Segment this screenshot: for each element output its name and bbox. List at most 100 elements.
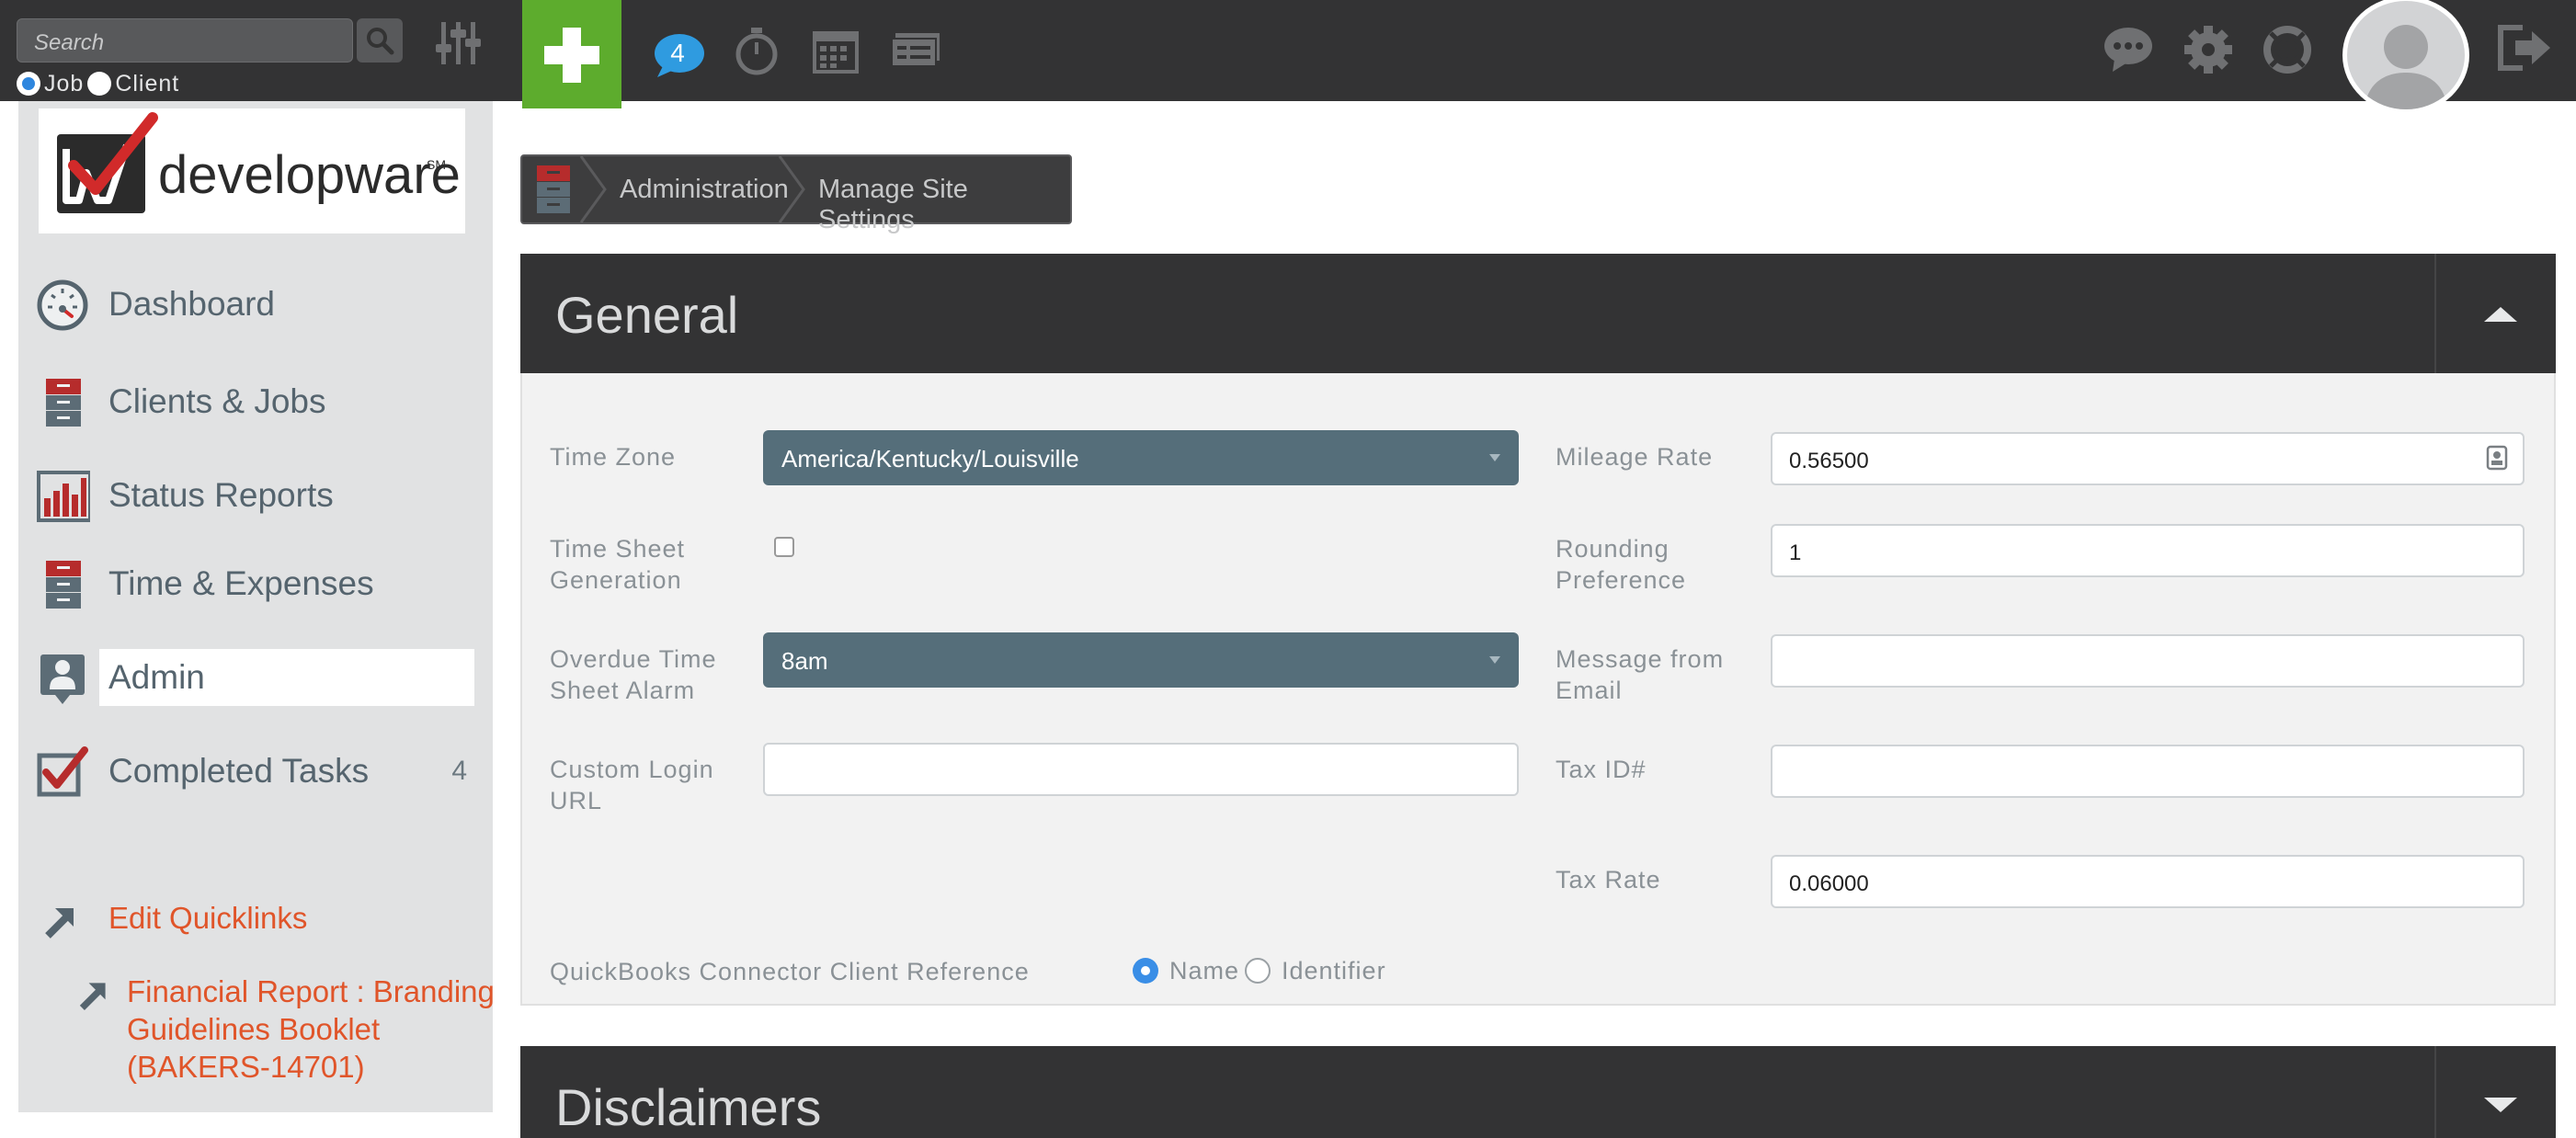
qb-reference-identifier-radio[interactable] bbox=[1245, 958, 1271, 984]
logo-servicemark: SM bbox=[427, 157, 446, 172]
breadcrumb-manage-site-settings: Manage Site Settings bbox=[818, 175, 968, 234]
tax-rate-input[interactable]: 0.06000 bbox=[1771, 855, 2525, 908]
general-panel-header[interactable]: General bbox=[520, 254, 2556, 373]
time-zone-label: Time Zone bbox=[550, 443, 677, 471]
tax-id-label: Tax ID# bbox=[1556, 756, 1647, 783]
label-line: Custom Login bbox=[550, 756, 714, 783]
quicklink-line: Financial Report : Branding bbox=[127, 974, 495, 1008]
search-scope-job-label: Job bbox=[44, 70, 85, 97]
search-scope-job-radio[interactable] bbox=[17, 72, 40, 96]
stopwatch-icon[interactable] bbox=[734, 28, 780, 75]
overdue-alarm-value: 8am bbox=[781, 647, 828, 675]
search-icon bbox=[367, 28, 394, 55]
sidebar-item-label: Dashboard bbox=[108, 285, 276, 323]
message-from-email-input[interactable] bbox=[1771, 634, 2525, 688]
developware-logo-icon: developware SM bbox=[57, 112, 461, 213]
mileage-rate-value: 0.56500 bbox=[1789, 449, 1869, 473]
sidebar-item-label: Time & Expenses bbox=[108, 564, 374, 602]
sidebar-item-time-expenses[interactable]: Time & Expenses bbox=[18, 555, 493, 612]
time-sheet-generation-checkbox[interactable] bbox=[774, 537, 794, 557]
header-divider bbox=[2434, 254, 2436, 373]
sidebar-item-completed-tasks[interactable]: Completed Tasks 4 bbox=[18, 743, 493, 800]
label-line: URL bbox=[550, 787, 603, 814]
gear-icon[interactable] bbox=[2184, 26, 2232, 74]
label-line: Rounding bbox=[1556, 535, 1670, 563]
notifications-button[interactable]: 4 bbox=[654, 33, 705, 77]
chevron-down-icon[interactable] bbox=[2482, 1096, 2519, 1116]
contact-card-icon[interactable] bbox=[2486, 445, 2508, 471]
search-button[interactable] bbox=[357, 18, 403, 63]
header-divider bbox=[2434, 1046, 2436, 1138]
custom-login-url-label: Custom Login URL bbox=[550, 754, 714, 816]
logo-wordmark: developware bbox=[158, 145, 461, 205]
label-line: Generation bbox=[550, 566, 682, 594]
general-panel-title: General bbox=[555, 286, 739, 344]
rounding-preference-label: Rounding Preference bbox=[1556, 533, 1686, 596]
label-line: Email bbox=[1556, 677, 1623, 704]
sidebar-item-admin[interactable]: Admin bbox=[18, 649, 493, 706]
add-new-button[interactable] bbox=[522, 0, 621, 108]
overdue-alarm-label: Overdue Time Sheet Alarm bbox=[550, 643, 717, 706]
quicklink-arrow-icon bbox=[45, 908, 74, 939]
breadcrumb: Administration Manage Site Settings bbox=[520, 154, 1072, 234]
overdue-alarm-select[interactable]: 8am bbox=[763, 632, 1519, 688]
disclaimers-panel-title: Disclaimers bbox=[555, 1078, 822, 1136]
user-avatar[interactable] bbox=[2342, 0, 2469, 114]
time-sheet-generation-label: Time Sheet Generation bbox=[550, 533, 685, 596]
qb-reference-name-label: Name bbox=[1169, 957, 1240, 984]
file-cabinet-icon[interactable] bbox=[522, 156, 581, 222]
sidebar-item-clients-jobs[interactable]: Clients & Jobs bbox=[18, 373, 493, 430]
calendar-icon[interactable] bbox=[813, 28, 859, 74]
chevron-up-icon[interactable] bbox=[2482, 303, 2519, 324]
admin-user-icon bbox=[40, 654, 85, 704]
breadcrumb-administration[interactable]: Administration bbox=[620, 175, 789, 205]
quicklink-financial-report[interactable]: Financial Report : Branding Guidelines B… bbox=[127, 973, 495, 1086]
top-bar: Search Job Client 4 bbox=[0, 0, 2576, 114]
time-zone-select[interactable]: America/Kentucky/Louisville bbox=[763, 430, 1519, 485]
sidebar-item-dashboard[interactable]: Dashboard bbox=[18, 276, 493, 333]
search-scope-client-label: Client bbox=[115, 70, 180, 97]
bar-chart-icon bbox=[37, 471, 90, 522]
file-cabinet-icon bbox=[46, 379, 81, 427]
search-input[interactable]: Search bbox=[17, 18, 353, 63]
sidebar-item-status-reports[interactable]: Status Reports bbox=[18, 467, 493, 524]
label-line: Time Sheet bbox=[550, 535, 686, 563]
qb-reference-identifier-label: Identifier bbox=[1282, 957, 1386, 984]
help-lifebuoy-icon[interactable] bbox=[2263, 26, 2311, 74]
messages-icon[interactable] bbox=[2103, 26, 2153, 74]
label-line: Preference bbox=[1556, 566, 1687, 594]
logout-icon[interactable] bbox=[2497, 24, 2554, 72]
mileage-rate-label: Mileage Rate bbox=[1556, 443, 1714, 471]
quicklink-arrow-icon bbox=[79, 983, 106, 1010]
file-cabinet-icon bbox=[46, 561, 81, 609]
quicklink-line: (BAKERS-14701) bbox=[127, 1050, 365, 1084]
quicklink-line: Guidelines Booklet bbox=[127, 1012, 381, 1046]
message-from-email-label: Message from Email bbox=[1556, 643, 1724, 706]
time-zone-value: America/Kentucky/Louisville bbox=[781, 445, 1079, 472]
edit-quicklinks-link[interactable]: Edit Quicklinks bbox=[108, 899, 307, 937]
user-avatar-icon bbox=[2364, 25, 2448, 109]
mileage-rate-input[interactable]: 0.56500 bbox=[1771, 432, 2525, 485]
disclaimers-panel-header[interactable]: Disclaimers bbox=[520, 1046, 2556, 1138]
search-scope-client-radio[interactable] bbox=[87, 72, 112, 96]
tickets-icon[interactable] bbox=[890, 31, 941, 68]
qb-reference-label: QuickBooks Connector Client Reference bbox=[550, 958, 1030, 985]
completed-tasks-count: 4 bbox=[451, 756, 467, 786]
chevron-down-icon bbox=[1489, 454, 1500, 461]
qb-reference-name-radio[interactable] bbox=[1133, 958, 1158, 984]
notification-count: 4 bbox=[670, 39, 685, 67]
tax-id-input[interactable] bbox=[1771, 745, 2525, 798]
custom-login-url-input[interactable] bbox=[763, 743, 1519, 796]
filter-sliders-icon[interactable] bbox=[434, 18, 484, 68]
company-logo: developware SM bbox=[39, 108, 465, 233]
label-line: Sheet Alarm bbox=[550, 677, 696, 704]
checkmark-box-icon bbox=[37, 746, 88, 797]
label-line: Overdue Time bbox=[550, 645, 717, 673]
label-line: Message from bbox=[1556, 645, 1725, 673]
sidebar-item-label: Completed Tasks bbox=[108, 752, 370, 790]
speedometer-icon bbox=[37, 279, 88, 331]
rounding-preference-input[interactable]: 1 bbox=[1771, 524, 2525, 577]
add-plus-icon bbox=[544, 28, 599, 83]
sidebar-item-label: Status Reports bbox=[108, 476, 334, 514]
sidebar-item-label: Clients & Jobs bbox=[108, 382, 326, 420]
